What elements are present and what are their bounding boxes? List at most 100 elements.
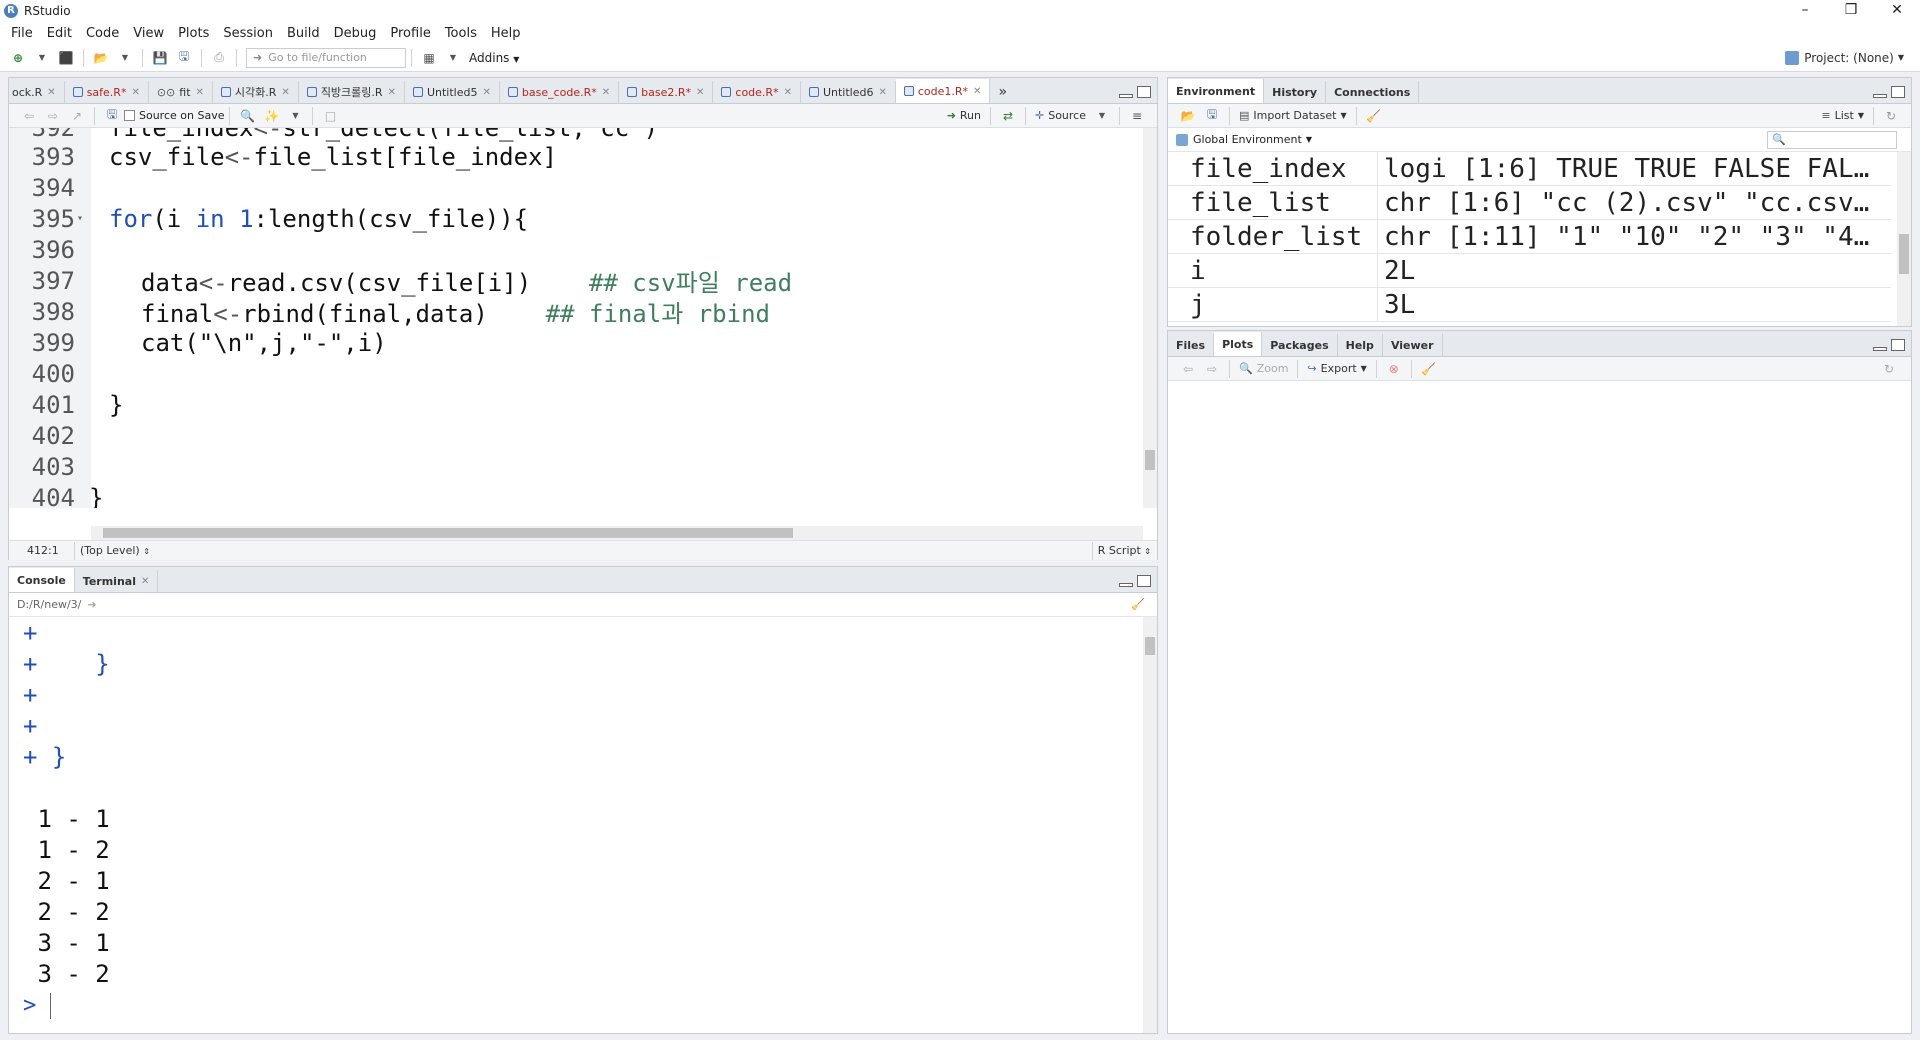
zoom-button[interactable]: 🔍 Zoom — [1239, 362, 1288, 375]
close-tab-icon[interactable]: ✕ — [482, 87, 490, 98]
scroll-thumb[interactable] — [1145, 450, 1155, 470]
editor-tab[interactable]: safe.R* ✕ — [65, 81, 149, 103]
close-button[interactable]: ✕ — [1874, 0, 1920, 22]
maximize-pane-icon[interactable] — [1891, 339, 1905, 351]
project-menu[interactable]: Project: (None) ▼ — [1785, 50, 1904, 65]
minimize-pane-icon[interactable] — [1119, 94, 1133, 98]
console-output[interactable]: + + } + + + } 1 - 1 1 - 2 2 - 1 2 - 2 3 … — [9, 617, 1143, 1033]
view-mode-selector[interactable]: ≡ List ▼ — [1821, 109, 1864, 122]
clear-console-icon[interactable]: 🧹 — [1131, 598, 1145, 611]
tab-files[interactable]: Files — [1168, 334, 1215, 356]
tab-plots[interactable]: Plots — [1214, 332, 1263, 356]
minimize-button[interactable]: – — [1782, 0, 1828, 22]
editor-tab-active[interactable]: code1.R* ✕ — [895, 79, 991, 103]
new-file-icon[interactable]: ⊕ — [9, 50, 27, 66]
save-icon[interactable]: 💾 — [151, 50, 169, 66]
env-row[interactable]: folder_list chr [1:11] "1" "10" "2" "3" "… — [1168, 220, 1891, 254]
back-arrow-icon[interactable]: ⇦ — [20, 108, 38, 124]
tab-help[interactable]: Help — [1338, 334, 1383, 356]
import-dataset-button[interactable]: ▤ Import Dataset ▼ — [1239, 109, 1347, 122]
outline-icon[interactable]: ≡ — [1128, 108, 1146, 124]
editor-tab[interactable]: base_code.R* ✕ — [500, 81, 620, 103]
save-workspace-icon[interactable]: 🖫 — [1203, 107, 1221, 124]
load-workspace-icon[interactable]: 📂 — [1179, 108, 1197, 124]
scope-selector[interactable]: (Top Level) ⇕ — [80, 544, 150, 557]
save-icon[interactable]: 🖫 — [103, 107, 121, 124]
editor-horizontal-scrollbar[interactable] — [91, 526, 1143, 540]
close-tab-icon[interactable]: ✕ — [47, 87, 55, 98]
tab-connections[interactable]: Connections — [1326, 81, 1420, 103]
close-tab-icon[interactable]: ✕ — [602, 87, 610, 98]
tab-packages[interactable]: Packages — [1262, 334, 1338, 356]
editor-tab[interactable]: code.R* ✕ — [713, 81, 801, 103]
global-env-selector[interactable]: Global Environment ▼ — [1176, 133, 1312, 146]
editor-tab[interactable]: base2.R* ✕ — [619, 81, 714, 103]
grid-layout-icon[interactable]: ▦ — [420, 50, 438, 66]
menu-file[interactable]: File — [4, 26, 40, 41]
menu-profile[interactable]: Profile — [383, 26, 437, 41]
run-button[interactable]: ➜ Run — [947, 109, 981, 122]
env-row[interactable]: file_index logi [1:6] TRUE TRUE FALSE FAL… — [1168, 152, 1891, 186]
menu-debug[interactable]: Debug — [327, 26, 384, 41]
menu-build[interactable]: Build — [280, 26, 327, 41]
next-plot-icon[interactable]: ⇨ — [1203, 361, 1221, 377]
magic-wand-icon[interactable]: ✨ — [262, 108, 280, 124]
menu-tools[interactable]: Tools — [438, 26, 484, 41]
editor-tab[interactable]: 시각화.R ✕ — [213, 81, 299, 103]
search-icon[interactable]: 🔍 — [238, 108, 256, 124]
new-project-icon[interactable]: ⬛ — [57, 50, 75, 66]
tab-history[interactable]: History — [1264, 81, 1327, 103]
menu-help[interactable]: Help — [484, 26, 528, 41]
close-tab-icon[interactable]: ✕ — [141, 576, 149, 587]
console-vertical-scrollbar[interactable] — [1143, 617, 1157, 1033]
remove-plot-icon[interactable]: ⊗ — [1385, 361, 1403, 377]
tab-viewer[interactable]: Viewer — [1383, 334, 1443, 356]
editor-tab[interactable]: ⊙⊙ fit ✕ — [149, 81, 213, 103]
maximize-pane-icon[interactable] — [1137, 86, 1151, 98]
editor-tab[interactable]: 직방크롤링.R ✕ — [299, 81, 405, 103]
previous-plot-icon[interactable]: ⇦ — [1179, 361, 1197, 377]
env-search-input[interactable]: 🔍 — [1767, 130, 1897, 149]
broom-icon[interactable]: 🧹 — [1420, 361, 1438, 377]
print-icon[interactable]: ⎙ — [210, 50, 228, 66]
close-tab-icon[interactable]: ✕ — [878, 87, 886, 98]
broom-icon[interactable]: 🧹 — [1365, 108, 1383, 124]
rerun-icon[interactable]: ⇄ — [999, 108, 1017, 124]
env-vertical-scrollbar[interactable] — [1897, 152, 1911, 326]
goto-file-function-input[interactable]: ➜ Go to file/function — [246, 47, 406, 68]
restore-button[interactable]: ❒ — [1828, 0, 1874, 22]
dropdown-arrow-icon[interactable]: ▼ — [1093, 108, 1111, 124]
forward-arrow-icon[interactable]: ⇨ — [44, 108, 62, 124]
editor-vertical-scrollbar[interactable] — [1143, 128, 1157, 508]
show-in-window-icon[interactable]: ↗ — [68, 108, 86, 124]
close-tab-icon[interactable]: ✕ — [696, 87, 704, 98]
tab-console[interactable]: Console — [9, 568, 75, 592]
dropdown-arrow-icon[interactable]: ▼ — [286, 108, 304, 124]
env-row[interactable]: i 2L — [1168, 254, 1891, 288]
menu-code[interactable]: Code — [79, 26, 126, 41]
go-to-directory-icon[interactable]: ➜ — [87, 598, 96, 611]
tab-terminal[interactable]: Terminal ✕ — [75, 570, 159, 592]
scroll-thumb[interactable] — [103, 528, 793, 538]
more-tabs-button[interactable]: » — [990, 81, 1015, 103]
minimize-pane-icon[interactable] — [1873, 94, 1887, 98]
dropdown-arrow-icon[interactable]: ▼ — [33, 50, 51, 66]
dropdown-arrow-icon[interactable]: ▼ — [444, 50, 462, 66]
env-row[interactable]: j 3L — [1168, 288, 1891, 322]
close-tab-icon[interactable]: ✕ — [131, 87, 139, 98]
maximize-pane-icon[interactable] — [1891, 86, 1905, 98]
code-area[interactable]: 392file_index<-str_detect(file_list, cc … — [9, 128, 1154, 508]
menu-session[interactable]: Session — [216, 26, 280, 41]
refresh-icon[interactable]: ↻ — [1880, 361, 1898, 377]
env-row[interactable]: file_list chr [1:6] "cc (2).csv" "cc.csv… — [1168, 186, 1891, 220]
scroll-thumb[interactable] — [1145, 637, 1155, 655]
maximize-pane-icon[interactable] — [1137, 575, 1151, 587]
editor-tab[interactable]: Untitled5 ✕ — [405, 81, 500, 103]
scroll-thumb[interactable] — [1899, 234, 1909, 274]
close-tab-icon[interactable]: ✕ — [784, 87, 792, 98]
save-all-icon[interactable]: 🖫 — [175, 49, 193, 66]
compile-report-icon[interactable]: □ — [321, 108, 339, 124]
close-tab-icon[interactable]: ✕ — [973, 86, 981, 97]
menu-view[interactable]: View — [126, 26, 171, 41]
close-tab-icon[interactable]: ✕ — [388, 87, 396, 98]
